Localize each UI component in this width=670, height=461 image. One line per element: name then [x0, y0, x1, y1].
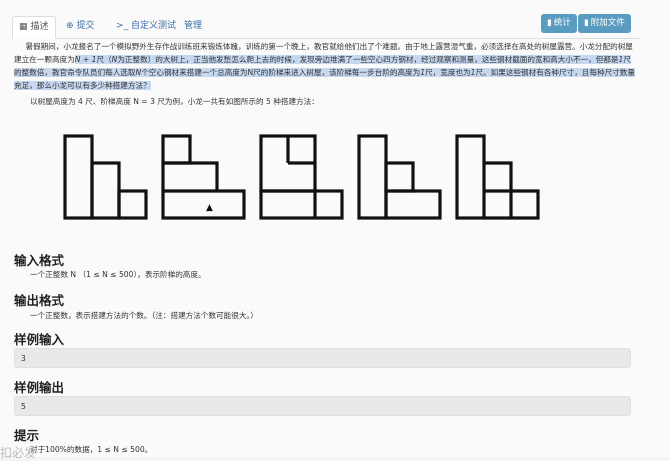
submit-icon: ⊕	[66, 21, 74, 31]
stair-config-3	[259, 134, 344, 220]
mouse-pointer-icon: ▲	[206, 203, 213, 213]
stair-config-4	[357, 134, 442, 220]
staircase-figure	[63, 134, 540, 220]
attachments-button[interactable]: ▮ 附加文件	[578, 14, 631, 33]
input-format-title: 输入格式	[14, 253, 65, 268]
problem-page: ▦ 描述 ⊕ 提交 >_ 自定义测试 管理 ▮ 统计 ▮ 附加文件 暑假期间，小龙报名了一…	[0, 0, 670, 460]
statement-paragraph-2: 以树屋高度为 4 尺、阶梯高度 N = 3 尺为例，小龙一共有如图所示的 5 种…	[30, 97, 319, 106]
stats-button[interactable]: ▮ 统计	[541, 14, 577, 33]
stair-config-1	[63, 134, 148, 220]
tab-description[interactable]: ▦ 描述	[12, 16, 56, 39]
hint-title: 提示	[14, 428, 40, 443]
document-icon: ▦	[19, 22, 28, 32]
sample-output-box[interactable]: 5	[14, 396, 631, 416]
bar-chart-icon: ▮	[547, 18, 552, 28]
watermark: 扣必发	[0, 446, 37, 460]
output-format-text: 一个正整数，表示搭建方法的个数。（注：搭建方法个数可能很大。）	[30, 311, 258, 320]
hint-text: 对于100%的数据，1 ≤ N ≤ 500。	[30, 445, 153, 454]
stair-config-2	[161, 134, 246, 220]
sample-input-title: 样例输入	[14, 332, 65, 347]
sample-output-title: 样例输出	[14, 380, 65, 395]
statement-paragraph-1: 暑假期间，小龙报名了一个模拟野外生存作战训练班来锻炼体魄，训练的第一个晚上，教官…	[14, 42, 635, 90]
sample-input-box[interactable]: 3	[14, 348, 631, 368]
problem-statement: 暑假期间，小龙报名了一个模拟野外生存作战训练班来锻炼体魄，训练的第一个晚上，教官…	[14, 40, 636, 92]
file-icon: ▮	[584, 18, 589, 28]
stair-config-5	[455, 134, 540, 220]
tab-submit[interactable]: ⊕ 提交	[60, 16, 101, 37]
terminal-icon: >_	[116, 21, 129, 31]
tab-manage[interactable]: 管理	[178, 16, 208, 37]
tab-custom-test[interactable]: >_ 自定义测试	[110, 16, 182, 37]
input-format-text: 一个正整数 N （1 ≤ N ≤ 500），表示阶梯的高度。	[30, 270, 206, 279]
output-format-title: 输出格式	[14, 293, 65, 308]
